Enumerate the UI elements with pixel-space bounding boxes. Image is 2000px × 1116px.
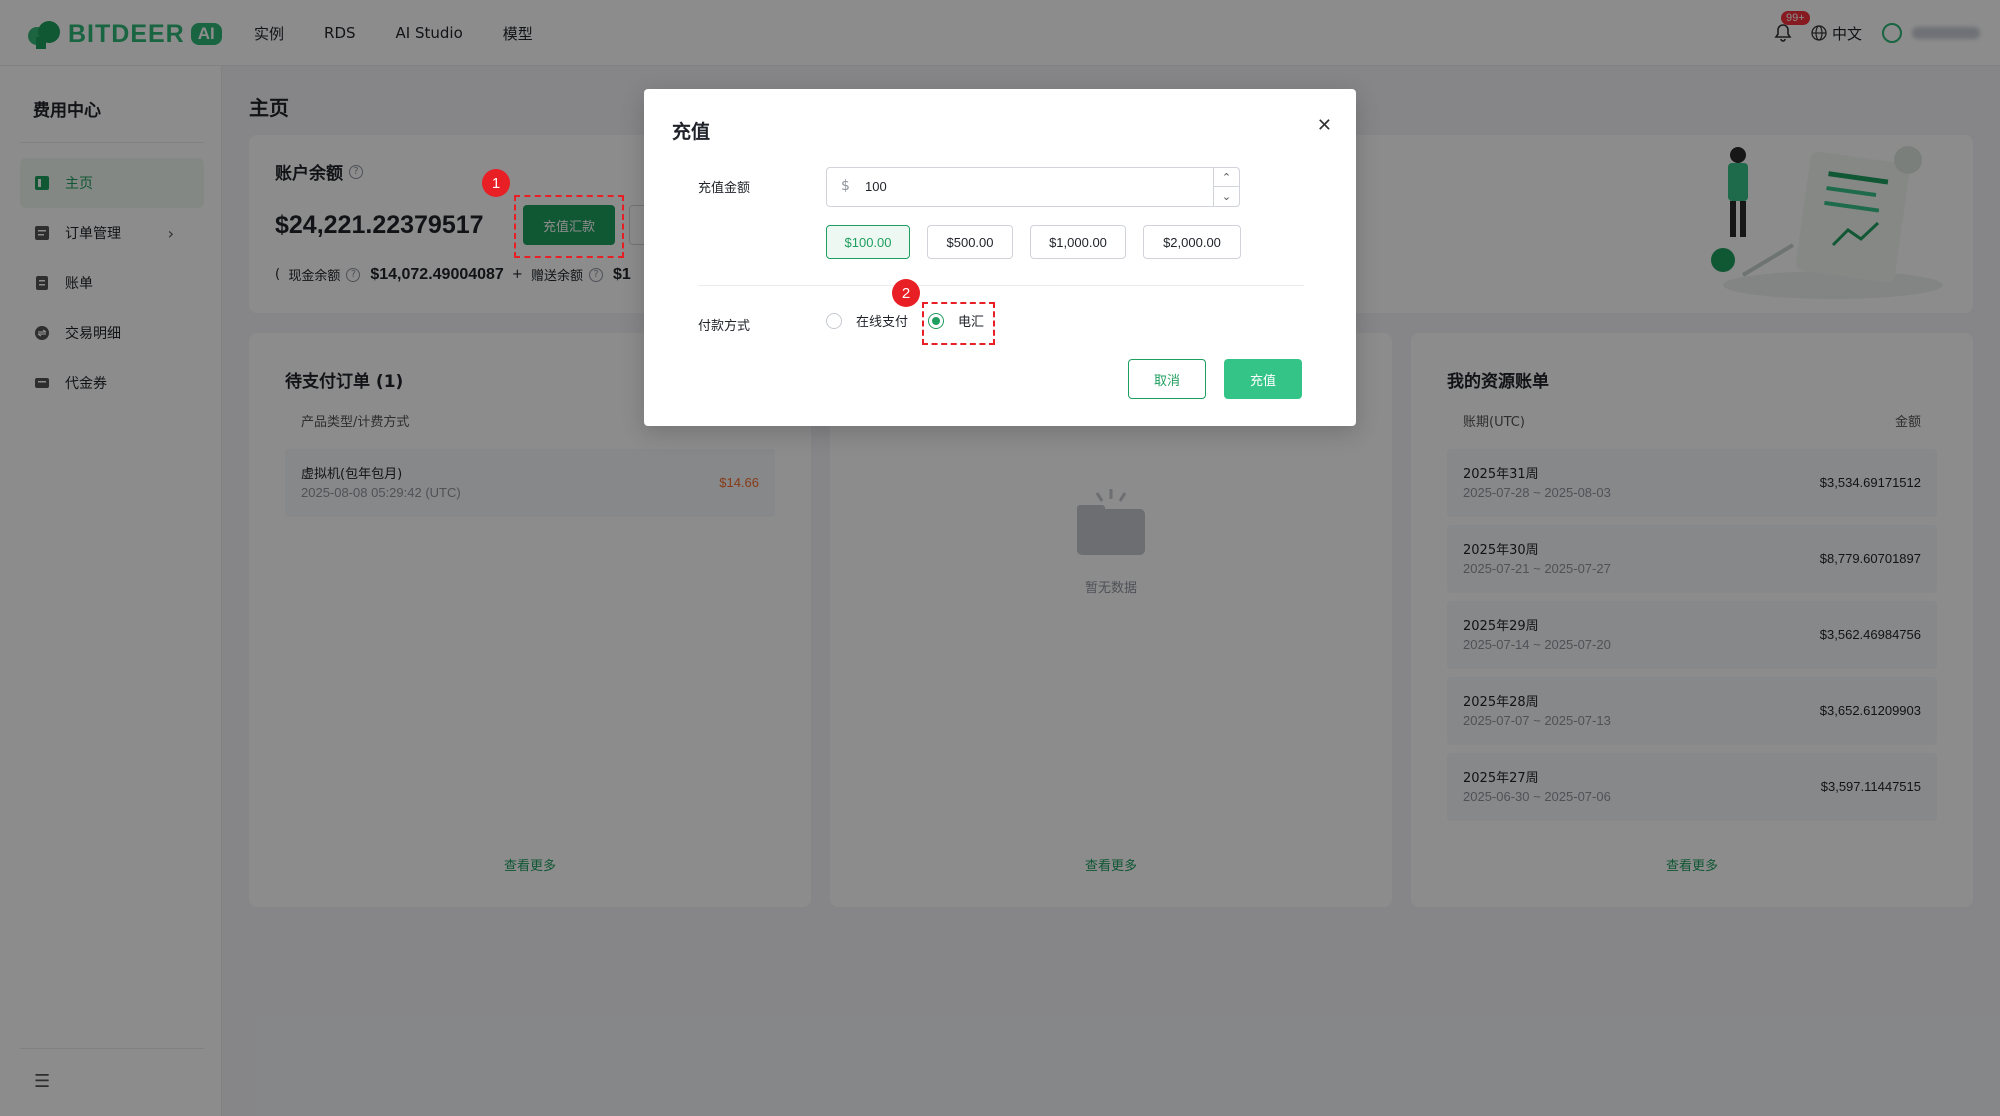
preset-100[interactable]: $100.00 [826,225,910,259]
preset-2000[interactable]: $2,000.00 [1143,225,1241,259]
confirm-recharge-button[interactable]: 充值 [1224,359,1302,399]
dialog-title: 充值 [672,121,711,143]
payment-method-label: 付款方式 [698,319,751,334]
annotation-box-2 [922,302,995,345]
currency-symbol: $ [841,178,850,194]
chevron-down-icon[interactable]: ⌄ [1214,187,1239,206]
amount-label: 充值金额 [698,181,751,196]
annotation-number-2: 2 [892,279,920,307]
annotation-box-1 [514,195,624,258]
payment-online-radio[interactable]: 在线支付 [826,311,908,330]
recharge-dialog: 充值 ✕ 充值金额 $ 100 ⌃ ⌄ $100.00 $500.00 $1,0… [644,89,1356,426]
cancel-button[interactable]: 取消 [1128,359,1206,399]
dialog-divider [698,285,1304,286]
close-icon[interactable]: ✕ [1317,115,1332,136]
preset-500[interactable]: $500.00 [927,225,1013,259]
chevron-up-icon[interactable]: ⌃ [1214,168,1239,187]
payment-online-label: 在线支付 [856,315,909,330]
amount-input[interactable]: $ 100 ⌃ ⌄ [826,167,1240,207]
amount-value: 100 [865,179,887,194]
preset-1000[interactable]: $1,000.00 [1030,225,1126,259]
radio-icon [826,312,842,329]
amount-stepper[interactable]: ⌃ ⌄ [1213,168,1239,206]
annotation-number-1: 1 [482,169,510,197]
